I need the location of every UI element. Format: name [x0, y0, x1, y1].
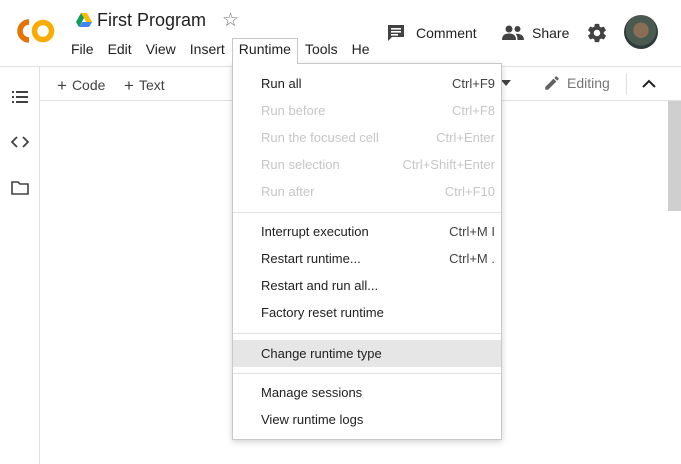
menu-item-run-after: Run after Ctrl+F10: [233, 178, 501, 205]
comment-icon: [388, 25, 404, 41]
menu-insert[interactable]: Insert: [183, 38, 232, 62]
menu-item-label: Manage sessions: [261, 385, 363, 400]
menu-item-shortcut: Ctrl+M I: [449, 224, 495, 239]
comment-label: Comment: [416, 25, 477, 41]
menu-item-label: Run before: [261, 103, 326, 118]
menu-item-label: Run selection: [261, 157, 340, 172]
menu-divider: [233, 212, 501, 213]
menu-runtime[interactable]: Runtime: [231, 38, 298, 64]
toc-icon[interactable]: [11, 88, 29, 106]
scrollbar-thumb[interactable]: [668, 101, 681, 211]
menu-item-shortcut: Ctrl+F9: [452, 76, 495, 91]
share-people-icon: [502, 25, 524, 40]
share-label: Share: [532, 25, 570, 41]
notebook-title[interactable]: First Program: [97, 10, 206, 31]
plus-icon: +: [124, 76, 134, 95]
menu-item-change-runtime-type[interactable]: Change runtime type: [233, 340, 501, 367]
editing-mode-button[interactable]: Editing: [543, 74, 610, 92]
menu-view[interactable]: View: [139, 38, 183, 62]
add-code-label: Code: [71, 77, 106, 93]
menu-item-label: Change runtime type: [261, 346, 382, 361]
menu-item-shortcut: Ctrl+M .: [449, 251, 495, 266]
menu-item-label: View runtime logs: [261, 412, 364, 427]
menu-item-run-focused-cell: Run the focused cell Ctrl+Enter: [233, 124, 501, 151]
app-header: First Program ☆ File Edit View Insert Ru…: [0, 0, 681, 66]
menu-item-shortcut: Ctrl+Shift+Enter: [402, 157, 496, 172]
menu-item-label: Factory reset runtime: [261, 305, 384, 320]
menu-item-run-all[interactable]: Run all Ctrl+F9: [233, 70, 501, 97]
menu-divider: [233, 333, 501, 334]
menu-item-run-before: Run before Ctrl+F8: [233, 97, 501, 124]
menu-item-restart-and-run-all[interactable]: Restart and run all...: [233, 272, 501, 299]
add-text-label: Text: [138, 77, 165, 93]
runtime-menu: Run all Ctrl+F9 Run before Ctrl+F8 Run t…: [232, 63, 502, 440]
menu-item-restart-runtime[interactable]: Restart runtime... Ctrl+M .: [233, 245, 501, 272]
pencil-icon: [545, 76, 559, 90]
menu-item-label: Run the focused cell: [261, 130, 379, 145]
menu-item-shortcut: Ctrl+F8: [452, 103, 495, 118]
add-text-button[interactable]: + Text: [124, 75, 165, 95]
chevron-up-icon[interactable]: [640, 75, 658, 93]
folder-icon[interactable]: [11, 179, 29, 197]
star-icon[interactable]: ☆: [222, 9, 239, 32]
menu-divider: [233, 373, 501, 374]
add-code-button[interactable]: + Code: [57, 75, 105, 95]
caret-down-icon[interactable]: [501, 79, 511, 87]
comment-button[interactable]: Comment: [386, 22, 477, 44]
menu-file[interactable]: File: [64, 38, 101, 62]
menu-item-label: Run after: [261, 184, 315, 199]
menu-item-label: Interrupt execution: [261, 224, 369, 239]
menu-item-label: Restart runtime...: [261, 251, 361, 266]
menu-item-run-selection: Run selection Ctrl+Shift+Enter: [233, 151, 501, 178]
share-button[interactable]: Share: [502, 22, 569, 44]
drive-icon[interactable]: [76, 13, 92, 28]
menu-item-factory-reset-runtime[interactable]: Factory reset runtime: [233, 299, 501, 326]
menu-item-manage-sessions[interactable]: Manage sessions: [233, 379, 501, 406]
colab-logo[interactable]: [14, 17, 56, 45]
menu-item-label: Restart and run all...: [261, 278, 379, 293]
left-rail: [0, 66, 40, 464]
gear-icon[interactable]: [586, 22, 608, 44]
menu-item-shortcut: Ctrl+F10: [444, 184, 495, 199]
menu-edit[interactable]: Edit: [101, 38, 139, 62]
toolbar-divider: [626, 73, 627, 95]
plus-icon: +: [57, 76, 67, 95]
editing-label: Editing: [567, 75, 610, 91]
code-brackets-icon[interactable]: [11, 133, 29, 151]
menu-item-label: Run all: [261, 76, 302, 91]
menu-bar: File Edit View Insert Runtime Tools He: [64, 38, 377, 64]
menu-item-interrupt-execution[interactable]: Interrupt execution Ctrl+M I: [233, 218, 501, 245]
menu-item-view-runtime-logs[interactable]: View runtime logs: [233, 406, 501, 433]
menu-tools[interactable]: Tools: [298, 38, 345, 62]
avatar[interactable]: [624, 15, 658, 49]
menu-item-shortcut: Ctrl+Enter: [436, 130, 495, 145]
menu-help[interactable]: He: [345, 38, 377, 62]
